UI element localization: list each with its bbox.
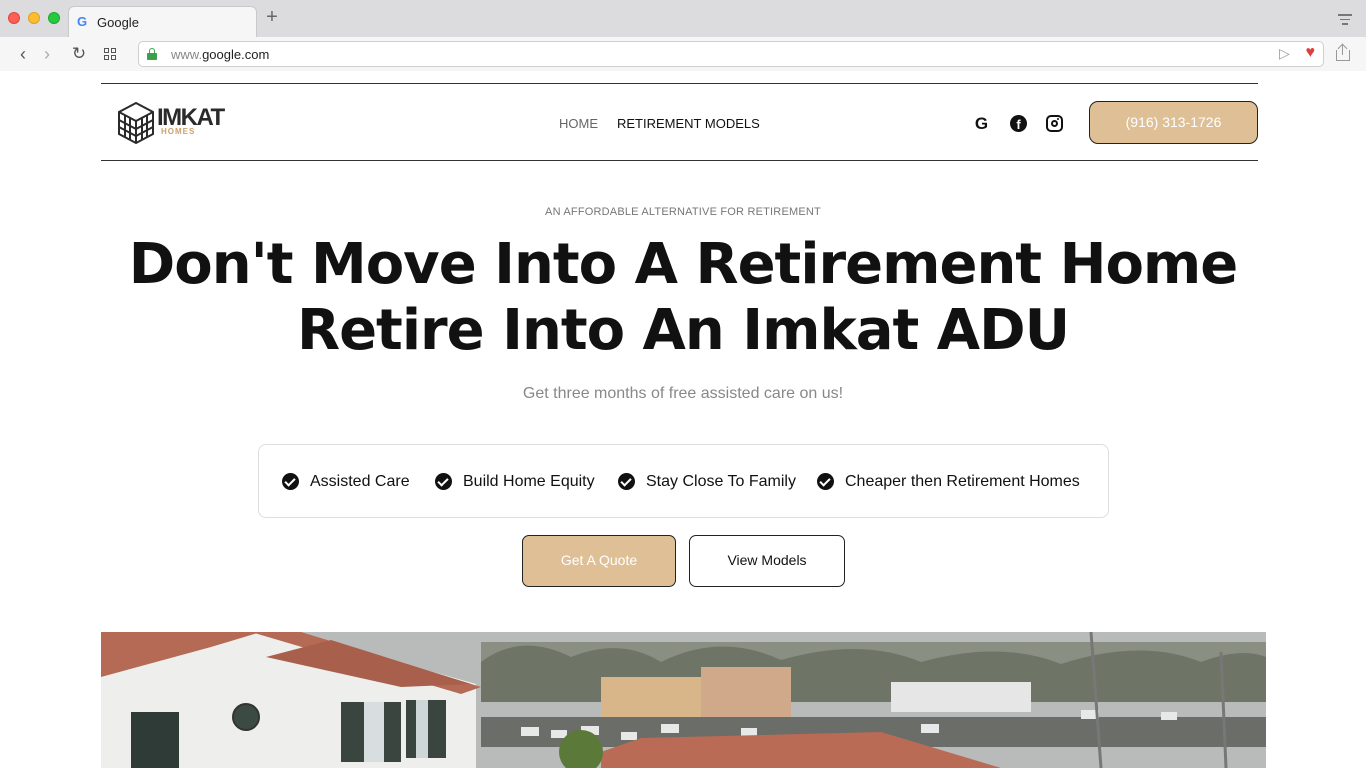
maximize-window-button[interactable]: [48, 12, 60, 24]
hero-eyebrow: AN AFFORDABLE ALTERNATIVE FOR RETIREMENT: [545, 206, 821, 218]
nav-link-retirement-models[interactable]: RETIREMENT MODELS: [617, 116, 760, 131]
imkat-logo[interactable]: IMKAT HOMES: [117, 101, 249, 145]
send-icon[interactable]: ▷: [1279, 46, 1293, 60]
header-divider-bottom: [101, 160, 1258, 161]
hero-subhead: Get three months of free assisted care o…: [522, 385, 844, 402]
google-icon[interactable]: G: [973, 115, 990, 132]
headline-line-2: Retire Into An Imkat ADU: [296, 298, 1070, 363]
hero-photo: [101, 632, 1266, 768]
reload-icon[interactable]: ↻: [70, 45, 88, 63]
speed-dial-icon[interactable]: [102, 45, 120, 63]
tab-title: Google: [97, 15, 139, 30]
feature-label: Stay Close To Family: [646, 473, 796, 490]
logo-subtext: HOMES: [161, 127, 196, 136]
instagram-icon[interactable]: [1046, 115, 1063, 132]
check-circle-icon: [817, 473, 834, 490]
hero-headline: Don't Move Into A Retirement Home Retire…: [0, 232, 1366, 364]
phone-button[interactable]: (916) 313-1726: [1089, 101, 1258, 144]
check-circle-icon: [435, 473, 452, 490]
cube-logo-icon: [118, 101, 154, 145]
forward-icon[interactable]: ›: [38, 45, 56, 63]
share-icon[interactable]: [1336, 43, 1350, 61]
lock-icon: [147, 48, 157, 60]
back-icon[interactable]: ‹: [14, 45, 32, 63]
address-bar[interactable]: www.google.com ▷ ♥: [138, 41, 1324, 67]
headline-line-1: Don't Move Into A Retirement Home: [128, 232, 1239, 297]
heart-icon[interactable]: ♥: [1306, 45, 1316, 61]
minimize-window-button[interactable]: [28, 12, 40, 24]
features-box: Assisted Care Build Home Equity Stay Clo…: [258, 444, 1109, 518]
header-divider-top: [101, 83, 1258, 84]
close-window-button[interactable]: [8, 12, 20, 24]
facebook-icon[interactable]: f: [1010, 115, 1027, 132]
check-circle-icon: [282, 473, 299, 490]
new-tab-button[interactable]: +: [263, 7, 281, 27]
feature-label: Cheaper then Retirement Homes: [845, 473, 1080, 490]
hero-photo-illustration: [101, 632, 1266, 768]
web-page: IMKAT HOMES HOME RETIREMENT MODELS G f (…: [0, 72, 1366, 768]
view-models-button[interactable]: View Models: [689, 535, 845, 587]
url-text[interactable]: www.google.com: [171, 47, 269, 62]
nav-link-home[interactable]: HOME: [559, 116, 598, 131]
tab-bar: G Google +: [0, 0, 1366, 37]
check-circle-icon: [618, 473, 635, 490]
tab-overview-menu-icon[interactable]: [1338, 14, 1352, 26]
browser-chrome: G Google + ‹ › ↻ www.google.com ▷ ♥: [0, 0, 1366, 71]
google-favicon-icon: G: [76, 14, 88, 29]
browser-tab[interactable]: G Google: [68, 6, 257, 37]
get-quote-button[interactable]: Get A Quote: [522, 535, 676, 587]
browser-toolbar: ‹ › ↻ www.google.com ▷ ♥: [0, 37, 1366, 71]
feature-label: Assisted Care: [310, 473, 410, 490]
logo-wordmark: IMKAT: [157, 104, 225, 131]
feature-label: Build Home Equity: [463, 473, 595, 490]
